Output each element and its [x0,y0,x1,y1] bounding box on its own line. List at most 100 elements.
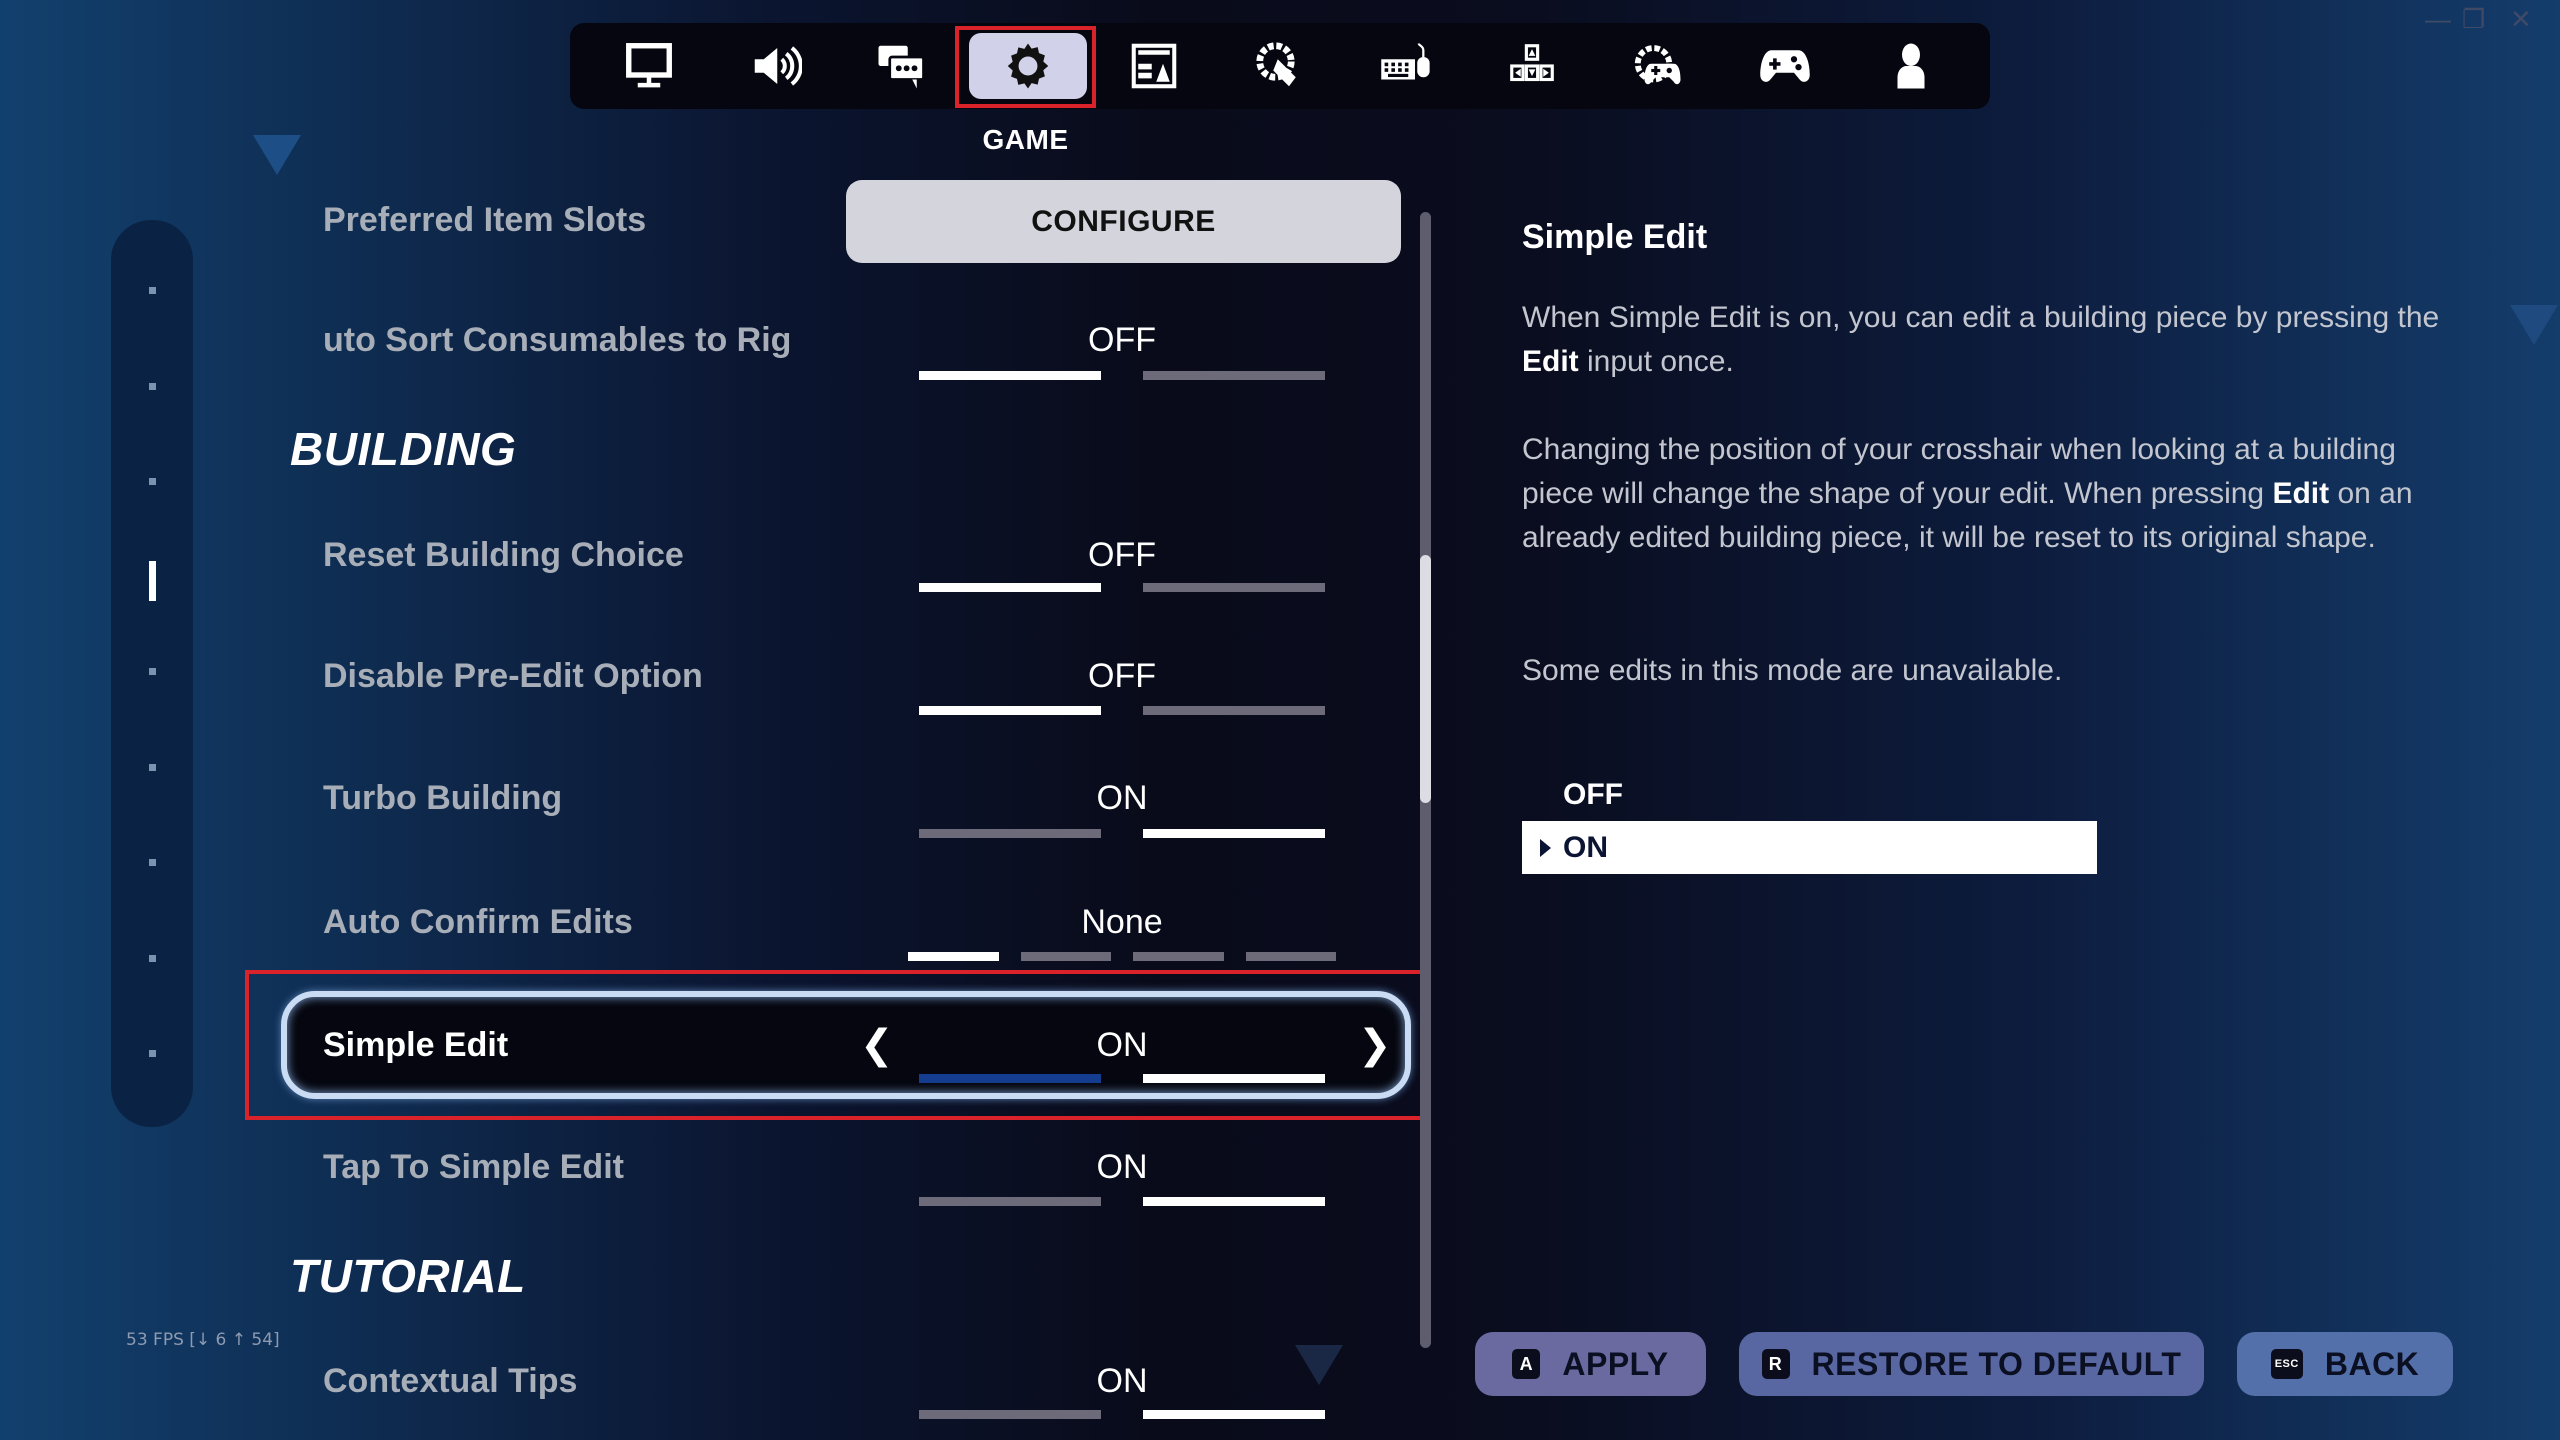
option-bar[interactable] [1133,952,1224,961]
setting-label-turbo-building: Turbo Building [323,779,563,817]
gear-touch-icon [1256,42,1296,87]
tab-touch[interactable] [1221,33,1339,99]
tab-audio[interactable] [716,33,834,99]
configure-button[interactable]: CONFIGURE [846,180,1401,263]
chevron-right-icon[interactable]: ❯ [1358,1022,1392,1068]
section-marker[interactable] [149,955,156,962]
setting-value-auto-sort-consumables[interactable]: OFF [900,321,1344,360]
apply-button[interactable]: A APPLY [1475,1332,1706,1396]
user-icon [1897,43,1925,89]
option-bar-on[interactable] [1143,829,1325,838]
setting-value-tap-to-simple-edit[interactable]: ON [900,1148,1344,1187]
setting-value-reset-building-choice[interactable]: OFF [900,536,1344,575]
tab-keybinds[interactable] [1473,33,1591,99]
restore-button-label: RESTORE TO DEFAULT [1811,1345,2182,1382]
tab-ui[interactable] [1095,33,1213,99]
restore-button[interactable]: ❐ [2462,6,2485,32]
description-paragraph: Some edits in this mode are unavailable. [1522,654,2063,687]
tab-social[interactable] [842,33,960,99]
setting-label-simple-edit: Simple Edit [323,1026,509,1064]
keyboard-key-r-icon: R [1761,1349,1790,1379]
option-bars [908,952,1336,961]
option-bar[interactable] [1020,952,1111,961]
apply-button-label: APPLY [1562,1345,1669,1382]
option-bar-off[interactable] [919,829,1101,838]
keyboard-key-a-icon: A [1512,1349,1541,1379]
decorative-triangle [253,135,301,175]
section-marker-active[interactable] [149,561,156,601]
description-text: When Simple Edit is on, you can edit a b… [1522,301,2440,334]
section-marker[interactable] [149,478,156,485]
option-bar-off[interactable] [919,371,1101,380]
setting-value-turbo-building[interactable]: ON [900,779,1344,818]
option-bars [919,1197,1325,1206]
section-heading-tutorial: TUTORIAL [290,1250,526,1302]
description-bold-text: Edit [1522,345,1579,378]
setting-label-disable-pre-edit: Disable Pre-Edit Option [323,657,703,695]
setting-value-contextual-tips[interactable]: ON [900,1362,1344,1401]
tab-display[interactable] [590,33,708,99]
description-text: input once. [1578,345,1734,378]
close-window-button[interactable]: ✕ [2510,6,2532,32]
arrow-keys-icon [1510,44,1555,82]
section-marker[interactable] [149,764,156,771]
description-text: Changing the position of your crosshair … [1522,433,2396,510]
option-bar-on[interactable] [1143,371,1325,380]
setting-label-auto-confirm-edits: Auto Confirm Edits [323,903,633,941]
gamepad-icon [1759,50,1810,82]
option-bar[interactable] [1245,952,1336,961]
setting-label-auto-sort-consumables: uto Sort Consumables to Rig [323,321,792,359]
settings-tab-bar [570,23,1990,109]
option-bar-on[interactable] [1143,1410,1325,1419]
option-bar-off[interactable] [919,1074,1101,1083]
option-bar-on[interactable] [1143,1074,1325,1083]
keyboard-mouse-icon [1381,43,1430,80]
layout-icon [1131,43,1177,89]
option-bar-off[interactable] [919,1410,1101,1419]
chevron-left-icon[interactable]: ❮ [860,1022,894,1068]
option-bar-on[interactable] [1143,583,1325,592]
description-paragraph: Changing the position of your crosshair … [1522,428,2442,560]
option-bar-on[interactable] [1143,706,1325,715]
restore-to-default-button[interactable]: R RESTORE TO DEFAULT [1739,1332,2204,1396]
tab-keyboard-mouse[interactable] [1347,33,1465,99]
option-bars [919,706,1325,715]
description-title: Simple Edit [1522,218,1708,256]
minimize-button[interactable]: — [2425,6,2451,32]
back-button[interactable]: ESC BACK [2237,1332,2453,1396]
option-bar-off[interactable] [919,1197,1101,1206]
option-bar[interactable] [908,952,999,961]
option-bars [919,829,1325,838]
option-bars [919,1410,1325,1419]
setting-value-simple-edit[interactable]: ON [900,1026,1344,1065]
section-marker[interactable] [149,383,156,390]
decorative-triangle [2510,305,2558,345]
monitor-icon [626,43,673,88]
option-bar-off[interactable] [919,583,1101,592]
option-bar-off[interactable] [919,706,1101,715]
section-marker[interactable] [149,859,156,866]
caret-right-icon [1540,838,1551,857]
speaker-icon [755,46,803,86]
option-bars [919,583,1325,592]
setting-value-auto-confirm-edits[interactable]: None [900,903,1344,942]
option-bar-on[interactable] [1143,1197,1325,1206]
section-marker[interactable] [149,668,156,675]
option-list-item-label: ON [1563,830,1608,864]
section-heading-building: BUILDING [290,423,517,475]
option-list-item-off[interactable]: OFF [1563,778,1623,812]
tab-controller[interactable] [1726,33,1844,99]
setting-label-contextual-tips: Contextual Tips [323,1362,578,1400]
section-marker[interactable] [149,287,156,294]
active-tab-highlight-frame [955,26,1096,108]
setting-value-disable-pre-edit[interactable]: OFF [900,657,1344,696]
option-bars [919,1074,1325,1083]
option-list-item-on-selected[interactable]: ON [1522,821,2097,874]
gear-controller-icon [1635,45,1681,85]
scrollbar-thumb[interactable] [1420,555,1431,803]
fps-counter: 53 FPS [↓ 6 ↑ 54] [126,1330,280,1350]
section-marker[interactable] [149,1050,156,1057]
description-paragraph: When Simple Edit is on, you can edit a b… [1522,296,2442,384]
tab-controller-settings[interactable] [1599,33,1717,99]
tab-account[interactable] [1852,33,1970,99]
